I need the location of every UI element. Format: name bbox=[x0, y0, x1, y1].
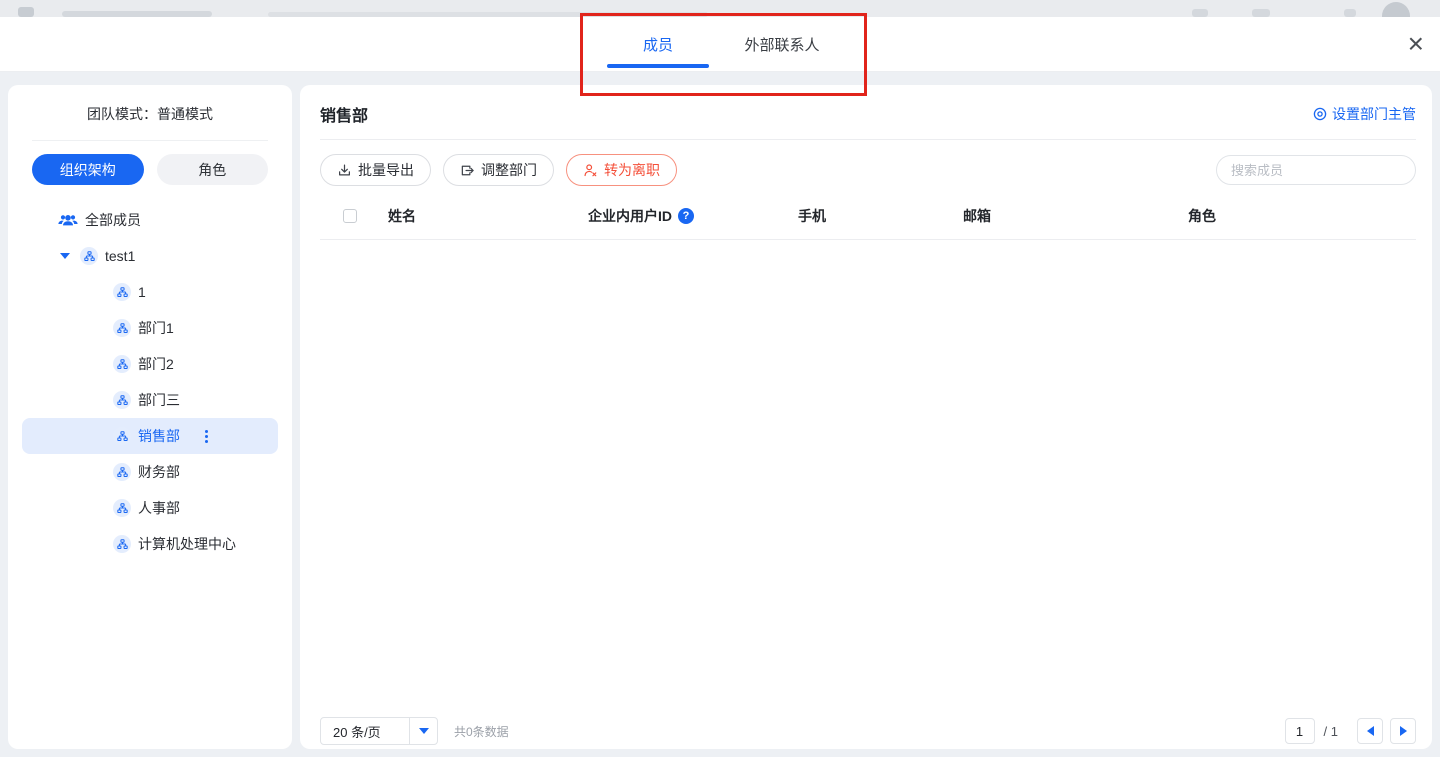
mark-resigned-button[interactable]: 转为离职 bbox=[566, 154, 677, 186]
department-icon bbox=[113, 499, 131, 517]
department-icon bbox=[113, 319, 131, 337]
member-search-box bbox=[1216, 155, 1416, 185]
page-size-select[interactable]: 20 条/页 bbox=[320, 717, 438, 745]
tree-item-hr-dept[interactable]: 人事部 bbox=[22, 490, 278, 526]
batch-export-label: 批量导出 bbox=[358, 160, 414, 180]
tree-item-label: 1 bbox=[138, 284, 146, 300]
pagination-footer: 20 条/页 共0条数据 / 1 bbox=[300, 717, 1432, 749]
close-icon[interactable]: × bbox=[1408, 30, 1424, 58]
toolbar: 批量导出 调整部门 转为离职 bbox=[300, 140, 1432, 186]
members-group-icon bbox=[58, 213, 78, 228]
kebab-menu-icon[interactable] bbox=[202, 427, 211, 446]
background-remnant-icon bbox=[1344, 9, 1356, 17]
previous-page-button[interactable] bbox=[1357, 718, 1383, 744]
table-empty-body bbox=[300, 240, 1432, 717]
department-icon bbox=[113, 355, 131, 373]
column-header-phone: 手机 bbox=[798, 206, 963, 226]
settings-icon bbox=[1313, 107, 1327, 121]
active-tab-underline bbox=[607, 64, 709, 68]
tree-item-computer-center[interactable]: 计算机处理中心 bbox=[22, 526, 278, 562]
tree-item-label: 部门2 bbox=[138, 354, 174, 374]
tree-item-label: 部门三 bbox=[138, 390, 180, 410]
department-icon bbox=[113, 427, 131, 445]
search-input[interactable] bbox=[1231, 163, 1407, 178]
download-icon bbox=[337, 163, 352, 178]
background-page-strip bbox=[0, 0, 1440, 17]
tree-item-dept3[interactable]: 部门三 bbox=[22, 382, 278, 418]
background-remnant-icon bbox=[1252, 9, 1270, 17]
department-icon bbox=[80, 247, 98, 265]
tree-item-test1[interactable]: test1 bbox=[22, 238, 278, 274]
set-department-manager-link[interactable]: 设置部门主管 bbox=[1313, 104, 1416, 124]
department-tree: 全部成员 test1 1 部门1 部门2 bbox=[8, 202, 292, 562]
tree-item-dept1[interactable]: 部门1 bbox=[22, 310, 278, 346]
tab-members-label: 成员 bbox=[643, 34, 673, 55]
avatar bbox=[1382, 2, 1410, 17]
chevron-down-icon[interactable] bbox=[60, 253, 70, 259]
tree-item-label: test1 bbox=[105, 248, 135, 264]
department-icon bbox=[113, 535, 131, 553]
tab-external-contacts-label: 外部联系人 bbox=[744, 34, 819, 55]
help-icon[interactable]: ? bbox=[678, 208, 694, 224]
page-size-value: 20 条/页 bbox=[321, 718, 409, 744]
table-header-row: 姓名 企业内用户ID ? 手机 邮箱 角色 bbox=[320, 206, 1416, 240]
department-icon bbox=[113, 463, 131, 481]
move-out-icon bbox=[460, 163, 475, 178]
total-count-label: 共0条数据 bbox=[454, 723, 509, 740]
next-page-button[interactable] bbox=[1390, 718, 1416, 744]
org-structure-button[interactable]: 组织架构 bbox=[32, 154, 144, 185]
page-title: 销售部 bbox=[320, 102, 368, 126]
modal-header: 成员 外部联系人 × bbox=[0, 17, 1440, 72]
mark-resigned-label: 转为离职 bbox=[604, 160, 660, 180]
department-icon bbox=[113, 391, 131, 409]
sidebar: 团队模式：普通模式 组织架构 角色 全部成员 test1 1 bbox=[8, 85, 292, 749]
chevron-down-icon bbox=[410, 718, 437, 744]
tab-members[interactable]: 成员 bbox=[607, 17, 709, 71]
tree-item-label: 人事部 bbox=[138, 498, 180, 518]
team-mode-label: 团队模式：普通模式 bbox=[8, 85, 292, 124]
select-all-checkbox[interactable] bbox=[343, 209, 357, 223]
column-header-role: 角色 bbox=[1188, 206, 1416, 226]
tree-item-label: 财务部 bbox=[138, 462, 180, 482]
background-remnant-icon bbox=[18, 7, 34, 17]
divider bbox=[32, 140, 268, 141]
tree-item-all-members[interactable]: 全部成员 bbox=[22, 202, 278, 238]
sidebar-segmented-buttons: 组织架构 角色 bbox=[32, 154, 268, 185]
department-icon bbox=[113, 283, 131, 301]
batch-export-button[interactable]: 批量导出 bbox=[320, 154, 431, 186]
tree-item-sales-dept-selected[interactable]: 销售部 bbox=[22, 418, 278, 454]
column-header-email: 邮箱 bbox=[963, 206, 1188, 226]
total-pages-label: / 1 bbox=[1324, 724, 1338, 739]
background-remnant-icon bbox=[1192, 9, 1208, 17]
page-number-input[interactable] bbox=[1285, 718, 1315, 744]
adjust-department-button[interactable]: 调整部门 bbox=[443, 154, 554, 186]
arrow-right-icon bbox=[1400, 726, 1407, 736]
column-header-user-id: 企业内用户ID bbox=[588, 206, 672, 226]
main-panel: 销售部 设置部门主管 批量导出 调整部门 转为离职 姓名 企业内用户ID ? bbox=[300, 85, 1432, 749]
tab-bar: 成员 外部联系人 bbox=[0, 17, 1440, 71]
role-button[interactable]: 角色 bbox=[157, 154, 269, 185]
arrow-left-icon bbox=[1367, 726, 1374, 736]
column-header-name: 姓名 bbox=[388, 206, 588, 226]
person-remove-icon bbox=[583, 163, 598, 178]
tree-item-label: 全部成员 bbox=[85, 210, 141, 230]
tree-item-finance-dept[interactable]: 财务部 bbox=[22, 454, 278, 490]
tree-item-dept2[interactable]: 部门2 bbox=[22, 346, 278, 382]
tree-item-label: 部门1 bbox=[138, 318, 174, 338]
pager: / 1 bbox=[1285, 718, 1416, 744]
tree-item-label: 销售部 bbox=[138, 426, 180, 446]
tree-item-label: 计算机处理中心 bbox=[138, 534, 236, 554]
tab-external-contacts[interactable]: 外部联系人 bbox=[731, 17, 833, 71]
tree-item-1[interactable]: 1 bbox=[22, 274, 278, 310]
main-header: 销售部 设置部门主管 bbox=[300, 85, 1432, 139]
adjust-department-label: 调整部门 bbox=[481, 160, 537, 180]
set-department-manager-label: 设置部门主管 bbox=[1332, 104, 1416, 124]
